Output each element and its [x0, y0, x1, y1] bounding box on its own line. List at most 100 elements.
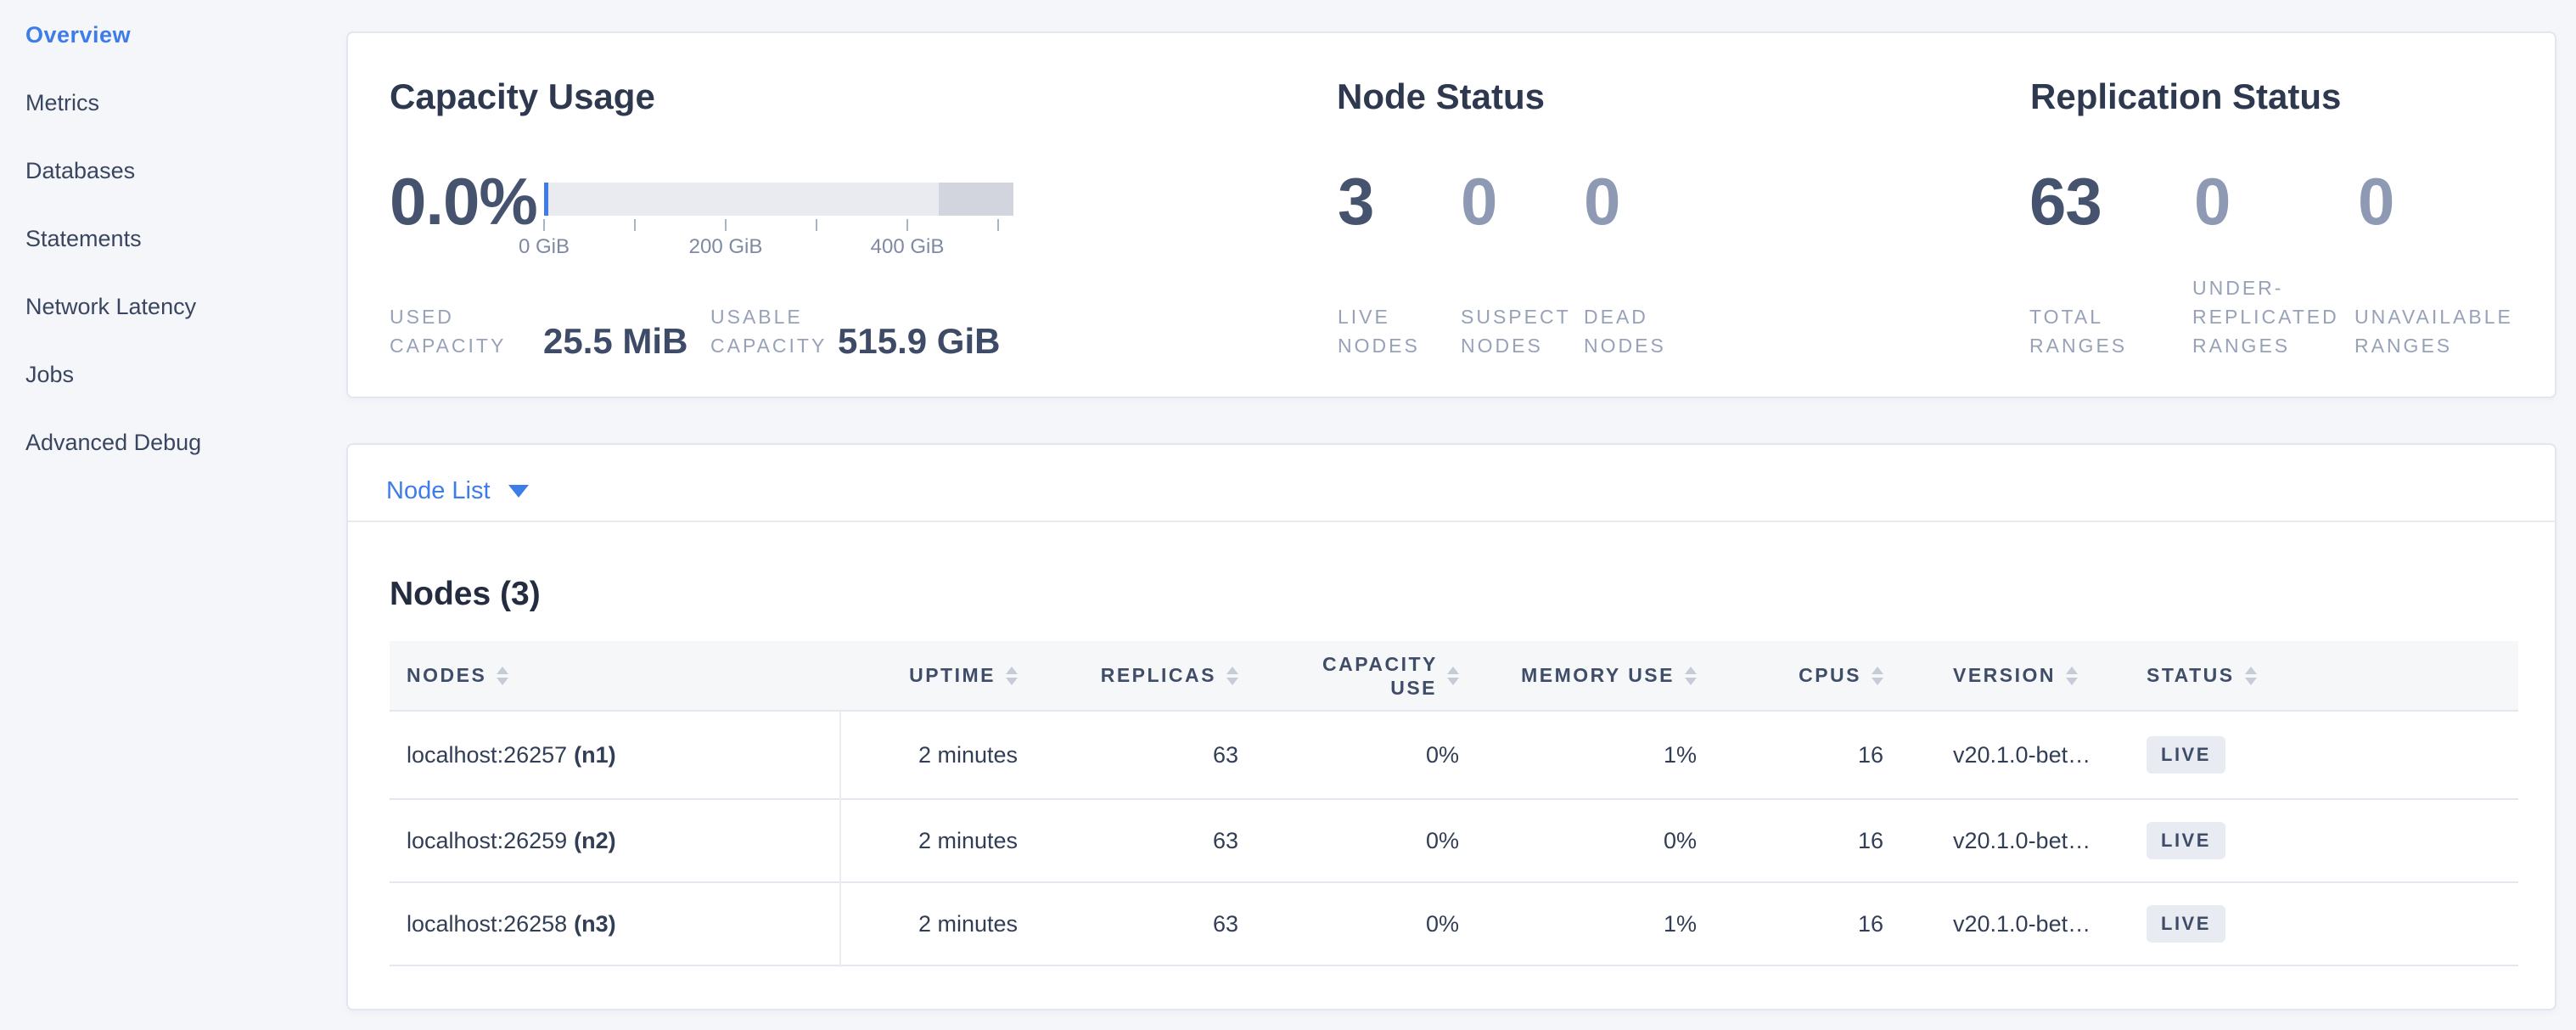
- sort-icon[interactable]: [1447, 667, 1459, 685]
- memory-use-cell: 1%: [1476, 742, 1714, 768]
- cluster-summary-card: Capacity Usage 0.0% 0 GiB 200 GiB 400 Gi…: [346, 31, 2556, 398]
- nodes-column-divider: [839, 712, 841, 967]
- node-address: localhost:26258: [407, 911, 567, 937]
- table-row[interactable]: localhost:26259(n2) 2 minutes 63 0% 0% 1…: [390, 800, 2518, 883]
- under-replicated-ranges-count: 0: [2194, 164, 2230, 239]
- table-row[interactable]: localhost:26257(n1) 2 minutes 63 0% 1% 1…: [390, 712, 2518, 800]
- dead-nodes-count: 0: [1584, 164, 1619, 239]
- column-header-nodes[interactable]: NODES: [390, 664, 839, 687]
- column-label: CAPACITY USE: [1322, 652, 1437, 700]
- capacity-use-cell: 0%: [1255, 911, 1476, 937]
- memory-use-cell: 0%: [1476, 828, 1714, 854]
- sort-icon[interactable]: [1872, 667, 1883, 685]
- column-label: REPLICAS: [1101, 664, 1216, 687]
- version-cell: v20.1.0-bet…: [1900, 828, 2138, 854]
- sidebar-item-statements[interactable]: Statements: [25, 222, 142, 256]
- memory-use-cell: 1%: [1476, 911, 1714, 937]
- node-id: (n3): [574, 911, 616, 937]
- sort-icon[interactable]: [497, 667, 508, 685]
- used-capacity-label: USED CAPACITY: [390, 302, 504, 360]
- node-address-cell: localhost:26257(n1): [390, 742, 839, 768]
- capacity-usage-bar: [544, 183, 1013, 216]
- cpus-cell: 16: [1714, 742, 1900, 768]
- capacity-use-cell: 0%: [1255, 828, 1476, 854]
- column-label: CPUS: [1799, 664, 1861, 687]
- replicas-cell: 63: [1035, 828, 1255, 854]
- capacity-used-percent: 0.0%: [390, 164, 537, 239]
- version-cell: v20.1.0-bet…: [1900, 742, 2138, 768]
- suspect-nodes-label: SUSPECT NODES: [1461, 302, 1571, 360]
- version-cell: v20.1.0-bet…: [1900, 911, 2138, 937]
- live-nodes-count: 3: [1338, 164, 1373, 239]
- column-header-cpus[interactable]: CPUS: [1714, 664, 1900, 687]
- column-header-memory-use[interactable]: MEMORY USE: [1476, 664, 1714, 687]
- replication-status-title: Replication Status: [2030, 76, 2341, 118]
- status-badge: LIVE: [2147, 822, 2225, 859]
- node-list-view-selector[interactable]: Node List: [386, 476, 491, 506]
- column-label: MEMORY USE: [1521, 664, 1675, 687]
- status-cell: LIVE: [2138, 822, 2518, 859]
- column-label: UPTIME: [909, 664, 996, 687]
- sidebar-item-network-latency[interactable]: Network Latency: [25, 290, 196, 324]
- node-address-cell: localhost:26258 (n3): [390, 911, 839, 937]
- sidebar-item-databases[interactable]: Databases: [25, 154, 135, 188]
- sidebar-item-advanced-debug[interactable]: Advanced Debug: [25, 425, 201, 459]
- column-header-uptime[interactable]: UPTIME: [839, 664, 1035, 687]
- capacity-use-cell: 0%: [1255, 742, 1476, 768]
- used-capacity-value: 25.5 MiB: [543, 322, 687, 361]
- unavailable-ranges-count: 0: [2358, 164, 2394, 239]
- axis-tick: [997, 219, 999, 231]
- unavailable-ranges-label: UNAVAILABLE RANGES: [2354, 302, 2524, 360]
- axis-label-200gib: 200 GiB: [658, 235, 794, 259]
- column-label: STATUS: [2147, 664, 2235, 687]
- capacity-bar-used-segment: [544, 183, 548, 216]
- cpus-cell: 16: [1714, 911, 1900, 937]
- cpus-cell: 16: [1714, 828, 1900, 854]
- uptime-cell: 2 minutes: [839, 742, 1035, 768]
- column-header-status[interactable]: STATUS: [2138, 664, 2518, 687]
- sort-icon[interactable]: [1226, 667, 1238, 685]
- capacity-bar-other-segment: [939, 183, 1013, 216]
- sidebar-item-overview[interactable]: Overview: [25, 18, 131, 52]
- suspect-nodes-count: 0: [1461, 164, 1496, 239]
- total-ranges-count: 63: [2029, 164, 2102, 239]
- usable-capacity-value: 515.9 GiB: [838, 322, 1000, 361]
- sort-icon[interactable]: [2245, 667, 2257, 685]
- table-row[interactable]: localhost:26258 (n3) 2 minutes 63 0% 1% 1…: [390, 883, 2518, 966]
- sort-icon[interactable]: [1006, 667, 1018, 685]
- total-ranges-label: TOTAL RANGES: [2029, 302, 2135, 360]
- sidebar-item-jobs[interactable]: Jobs: [25, 357, 74, 391]
- node-list-card: Node List Nodes (3) NODES UPTIME REPLICA…: [346, 443, 2556, 1010]
- live-nodes-label: LIVE NODES: [1338, 302, 1448, 360]
- column-header-version[interactable]: VERSION: [1900, 664, 2138, 687]
- replicas-cell: 63: [1035, 911, 1255, 937]
- axis-tick: [816, 219, 817, 231]
- usable-capacity-label: USABLE CAPACITY: [710, 302, 825, 360]
- column-label: VERSION: [1953, 664, 2056, 687]
- status-cell: LIVE: [2138, 905, 2518, 943]
- caret-down-icon[interactable]: [508, 485, 529, 498]
- uptime-cell: 2 minutes: [839, 828, 1035, 854]
- dead-nodes-label: DEAD NODES: [1584, 302, 1694, 360]
- under-replicated-ranges-label: UNDER-REPLICATED RANGES: [2192, 273, 2355, 360]
- node-address-cell: localhost:26259(n2): [390, 828, 839, 854]
- nodes-table: NODES UPTIME REPLICAS CAPACITY USE MEMOR…: [390, 641, 2518, 966]
- capacity-usage-title: Capacity Usage: [390, 76, 655, 118]
- sort-icon[interactable]: [1685, 667, 1697, 685]
- column-header-replicas[interactable]: REPLICAS: [1035, 664, 1255, 687]
- status-badge: LIVE: [2147, 905, 2225, 943]
- status-cell: LIVE: [2138, 736, 2518, 774]
- column-header-capacity-use[interactable]: CAPACITY USE: [1255, 652, 1476, 700]
- nodes-table-header: NODES UPTIME REPLICAS CAPACITY USE MEMOR…: [390, 641, 2518, 712]
- axis-tick: [634, 219, 636, 231]
- uptime-cell: 2 minutes: [839, 911, 1035, 937]
- replicas-cell: 63: [1035, 742, 1255, 768]
- sidebar-item-metrics[interactable]: Metrics: [25, 86, 99, 120]
- node-address: localhost:26259: [407, 828, 567, 854]
- axis-label-0gib: 0 GiB: [476, 235, 612, 259]
- status-badge: LIVE: [2147, 736, 2225, 774]
- cluster-overview-page: Overview Metrics Databases Statements Ne…: [0, 0, 2576, 1030]
- node-address: localhost:26257: [407, 742, 567, 768]
- axis-tick: [725, 219, 727, 231]
- sort-icon[interactable]: [2066, 667, 2078, 685]
